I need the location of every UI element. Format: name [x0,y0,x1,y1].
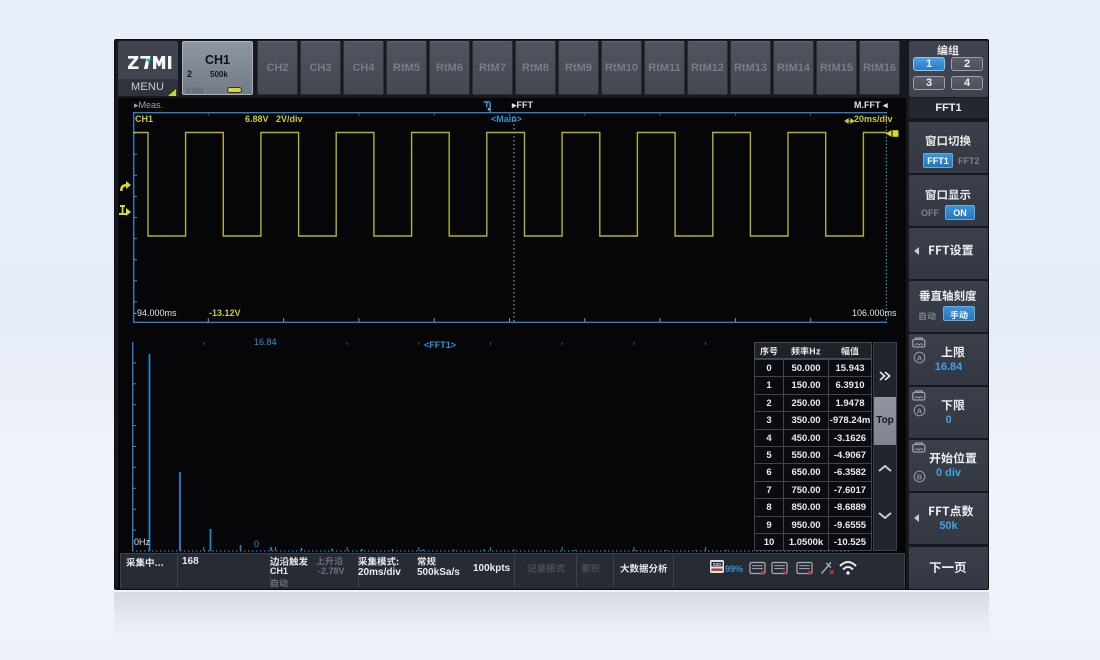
svg-text:SSD: SSD [713,562,722,567]
